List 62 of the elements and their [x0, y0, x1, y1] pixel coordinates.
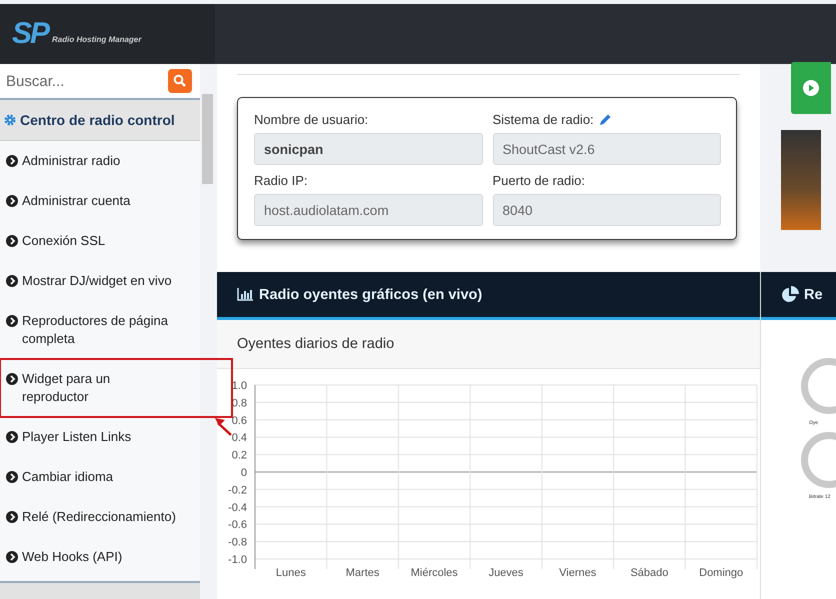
y-tick-label: 0.2	[232, 450, 247, 462]
arrow-circle-icon	[6, 551, 18, 563]
scrollbar-thumb[interactable]	[202, 94, 213, 184]
arrow-circle-icon	[6, 195, 18, 207]
x-tick-label: Sábado	[630, 567, 668, 579]
readonly-field: ShoutCast v2.6	[492, 133, 721, 165]
arrow-circle-icon	[6, 315, 18, 327]
arrow-circle-icon	[6, 235, 18, 247]
readonly-field: sonicpan	[254, 133, 482, 165]
search-input[interactable]: Buscar...	[4, 72, 168, 90]
play-button[interactable]	[791, 62, 831, 114]
y-tick-label: 0.6	[232, 414, 247, 427]
panel-title: Radio oyentes gráficos (en vivo)	[259, 286, 482, 302]
section-title: Centro de radio control	[20, 112, 175, 128]
search-icon	[173, 74, 187, 88]
arrow-circle-icon	[6, 431, 18, 443]
y-tick-label: -0.4	[228, 502, 247, 514]
y-tick-label: 0.4	[232, 432, 247, 444]
menu-item[interactable]: Mostrar DJ/widget en vivo	[0, 261, 200, 301]
menu-item[interactable]: Administrar radio	[0, 141, 200, 181]
arrow-circle-icon	[6, 155, 18, 167]
menu-item[interactable]: Conexión SSL	[0, 221, 200, 261]
x-tick-label: Domingo	[699, 567, 744, 579]
arrow-circle-icon	[6, 511, 18, 523]
field-label: Nombre de usuario:	[254, 112, 368, 127]
menu-item[interactable]: Relé (Redireccionamiento)	[0, 497, 200, 537]
logo: SP Radio Hosting Manager	[0, 4, 215, 64]
x-tick-label: Martes	[346, 567, 380, 579]
menu-item[interactable]: Reproductores de página completa	[0, 301, 200, 359]
x-tick-label: Lunes	[276, 567, 306, 579]
readonly-field: 8040	[492, 194, 721, 226]
y-tick-label: -0.8	[228, 536, 247, 549]
readonly-field: host.audiolatam.com	[254, 194, 482, 226]
chart-subtitle: Oyentes diarios de radio	[217, 320, 760, 369]
search-button[interactable]	[168, 69, 192, 93]
field-label: Radio IP:	[254, 173, 308, 188]
menu-item[interactable]: Cambiar idioma	[0, 457, 200, 497]
x-tick-label: Miércoles	[410, 567, 458, 579]
menu-item[interactable]: Web Hooks (API)	[0, 537, 200, 577]
y-tick-label: -0.2	[228, 484, 247, 496]
field-label: Sistema de radio:	[492, 112, 594, 127]
annotation-arrow	[214, 416, 232, 436]
x-tick-label: Jueves	[488, 567, 524, 579]
gear-icon	[4, 114, 16, 126]
pie-chart-icon	[781, 286, 799, 304]
y-tick-label: -0.6	[228, 519, 247, 532]
menu-item[interactable]: Administrar cuenta	[0, 181, 200, 221]
search-field[interactable]: Buscar...	[0, 64, 200, 100]
x-tick-label: Viernes	[559, 567, 596, 579]
y-tick-label: -1.0	[228, 554, 247, 566]
y-tick-label: 0	[240, 467, 247, 479]
panel-title: Re	[804, 286, 823, 302]
field-label: Puerto de radio:	[492, 173, 586, 188]
sidebar-section-header[interactable]	[0, 581, 200, 599]
y-tick-label: 1.0	[232, 380, 247, 392]
arrow-circle-icon	[6, 275, 18, 287]
bar-chart-icon	[237, 288, 253, 301]
pencil-icon[interactable]	[598, 113, 612, 126]
menu-item[interactable]: Player Listen Links	[0, 417, 200, 457]
play-icon	[803, 80, 819, 96]
arrow-circle-icon	[6, 471, 18, 483]
arrow-circle-icon	[6, 373, 18, 385]
